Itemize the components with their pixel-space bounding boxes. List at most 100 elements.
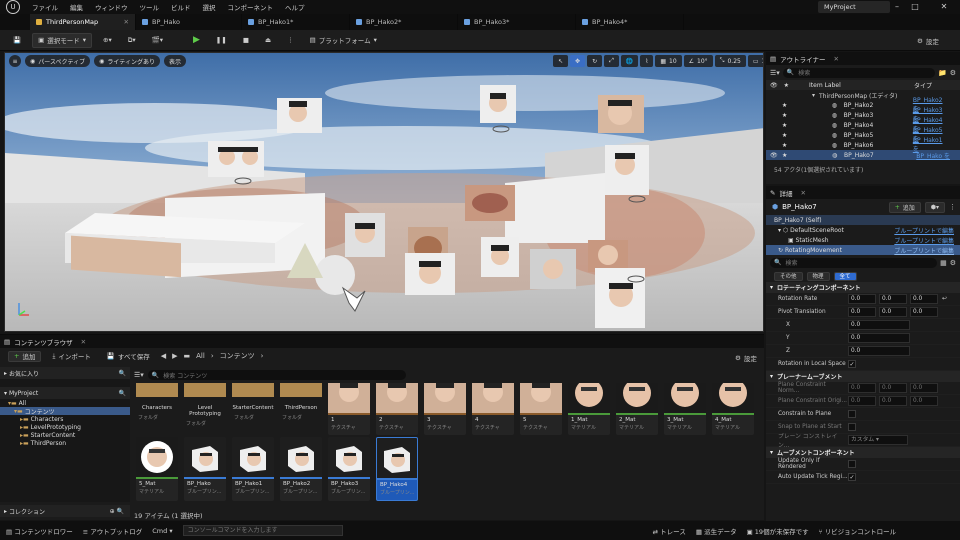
level-viewport[interactable]: ≡ ◉ パースペクティブ ◉ ライティングあり 表示 ↖ ✥ ↻ ⤢ 🌐 ⌇ ▦ 10… [4,52,764,332]
add-button[interactable]: + 追加 [8,350,42,362]
section-planar[interactable]: ▾ プレーナームーブメント [766,371,960,382]
pivot-y-field[interactable]: 0.0 [879,307,907,317]
pause-icon[interactable]: ❚❚ [211,33,232,48]
tree-item-all[interactable]: ▾▬ All [0,399,130,407]
visibility-icon[interactable]: 👁 [770,152,782,159]
filter-icon[interactable]: ☰▾ [134,371,144,379]
asset-tile-material[interactable]: 4_Mat マテリアル [712,383,754,435]
menu-file[interactable]: ファイル [26,2,64,12]
asset-tile-blueprint[interactable]: BP_Hako4 ブループリン... [376,437,418,501]
asset-folder-characters[interactable]: Characters フォルダ [136,383,178,437]
component-row[interactable]: ▣ StaticMesh ブループリントで編集 [766,235,960,245]
play-icon[interactable]: ▶ [188,33,205,48]
tab-thirdpersonmap[interactable]: ThirdPersonMap ✕ [30,14,136,30]
edit-in-blueprint-link[interactable]: ブループリントで編集 [894,226,954,235]
favorites-header[interactable]: ▸ お気に入り 🔍 [0,367,130,379]
project-header[interactable]: ▾ MyProject 🔍 [0,387,130,399]
add-folder-icon[interactable]: 📁 [938,69,947,77]
asset-folder-thirdperson[interactable]: ThirdPerson フォルダ [280,383,322,437]
add-actor-icon[interactable]: ⊕▾ [98,33,117,48]
import-button[interactable]: ⤓ インポート [47,349,95,364]
stop-icon[interactable]: ■ [238,33,254,48]
trace-button[interactable]: ⇄ トレース [653,526,686,536]
tab-bp-hako4[interactable]: BP_Hako4* [576,14,684,30]
eject-icon[interactable]: ⏏ [260,33,276,48]
filter-all[interactable]: 全て [833,271,857,281]
close-panel-icon[interactable]: ✕ [800,189,805,197]
plane-normal-z-field[interactable]: 0.0 [910,383,938,393]
component-row[interactable]: ▾ ⬡ DefaultSceneRoot ブループリントで編集 [766,225,960,235]
edit-in-blueprint-link[interactable]: ブループリントで編集 [894,246,954,255]
camera-speed-button[interactable]: ▭1 [747,55,763,67]
asset-tile-texture[interactable]: 1 テクスチャ [328,383,370,435]
close-panel-icon[interactable]: ✕ [834,55,839,63]
breadcrumb-all[interactable]: All [196,352,205,360]
search-icon[interactable]: 🔍 [119,370,126,377]
translate-tool-icon[interactable]: ✥ [570,55,586,67]
plane-axis-dropdown[interactable]: カスタム ▾ [848,435,908,445]
reset-icon[interactable]: ↩ [942,296,947,302]
property-matrix-icon[interactable]: ▦ [940,259,947,267]
menu-components[interactable]: コンポーネント [222,2,280,12]
pivot-z-field[interactable]: 0.0 [910,307,938,317]
maximize-icon[interactable]: □ [906,0,924,14]
column-type[interactable]: タイプ [914,81,932,90]
unreal-logo-icon[interactable]: U [6,0,20,14]
tab-bp-hako2[interactable]: BP_Hako2* [350,14,458,30]
cmd-dropdown[interactable]: Cmd ▾ [152,527,172,535]
filter-icon[interactable]: ☰▾ [770,69,780,77]
breadcrumb-content[interactable]: コンテンツ [220,351,255,361]
save-icon[interactable]: 💾 [8,33,26,48]
cinematics-icon[interactable]: 🎬▾ [147,33,168,48]
select-mode-dropdown[interactable]: ▣ 選択モード ▾ [32,32,93,48]
show-button[interactable]: 表示 [163,55,186,67]
pivot-z-input[interactable]: 0.0 [848,346,910,356]
add-collection-icon[interactable]: ⊕ 🔍 [110,508,124,515]
constrain-plane-checkbox[interactable] [848,410,856,418]
component-row[interactable]: ↻ RotatingMovement ブループリントで編集 [766,245,960,255]
update-rendered-checkbox[interactable] [848,460,856,468]
edit-in-blueprint-link[interactable]: ブループリントで編集 [894,236,954,245]
select-tool-icon[interactable]: ↖ [553,55,569,67]
snap-plane-checkbox[interactable] [848,423,856,431]
save-all-button[interactable]: 💾 すべて保存 [102,349,155,364]
rotation-rate-x-field[interactable]: 0.0 [848,294,876,304]
asset-tile-blueprint[interactable]: BP_Hako1 ブループリン... [232,437,274,501]
tree-item-startercontent[interactable]: ▸▬ StarterContent [0,431,130,439]
rotation-local-checkbox[interactable]: ✓ [848,360,856,368]
back-icon[interactable]: ◀ [161,352,166,360]
add-component-button[interactable]: + 追加 [888,201,921,213]
plane-normal-x-field[interactable]: 0.0 [848,383,876,393]
tree-item-characters[interactable]: ▸▬ Characters [0,415,130,423]
star-icon[interactable]: ★ [782,152,796,159]
plane-origin-z-field[interactable]: 0.0 [910,396,938,406]
star-icon[interactable]: ★ [782,132,796,139]
section-movement[interactable]: ▾ ムーブメントコンポーネント [766,447,960,458]
outliner-row[interactable]: ★ ◍ BP_Hako6 BP_Hako1 を [766,137,960,153]
world-local-icon[interactable]: 🌐 [620,55,639,67]
rotate-tool-icon[interactable]: ↻ [587,55,603,67]
collections-header[interactable]: ▸ コレクション ⊕ 🔍 [0,505,130,517]
tree-item-levelprototyping[interactable]: ▸▬ LevelPrototyping [0,423,130,431]
asset-folder-startercontent[interactable]: StarterContent フォルダ [232,383,274,437]
tab-bp-hako3[interactable]: BP_Hako3* [458,14,576,30]
actor-name[interactable]: BP_Hako7 [782,203,817,211]
outliner-row[interactable]: 👁 ★ ◍ BP_Hako7 BP_Hako を [766,150,960,160]
star-icon[interactable]: ★ [782,142,796,149]
forward-icon[interactable]: ▶ [172,352,177,360]
tab-bp-hako1[interactable]: BP_Hako1* [242,14,350,30]
asset-tile-texture[interactable]: 3 テクスチャ [424,383,466,435]
asset-tile-texture[interactable]: 4 テクスチャ [472,383,514,435]
search-icon[interactable]: 🔍 [119,390,126,397]
asset-tile-blueprint[interactable]: BP_Hako3 ブループリン... [328,437,370,501]
rotation-rate-z-field[interactable]: 0.0 [910,294,938,304]
rotation-rate-y-field[interactable]: 0.0 [879,294,907,304]
menu-window[interactable]: ウィンドウ [89,2,134,12]
grid-snap-button[interactable]: ▦ 10 [655,55,682,67]
menu-build[interactable]: ビルド [165,2,197,12]
scale-snap-button[interactable]: ⤡ 0.25 [714,55,746,67]
asset-tile-texture[interactable]: 5 テクスチャ [520,383,562,435]
pivot-x-input[interactable]: 0.0 [848,320,910,330]
pivot-x-field[interactable]: 0.0 [848,307,876,317]
blueprint-options-button[interactable]: ⬢▾ [924,201,945,213]
